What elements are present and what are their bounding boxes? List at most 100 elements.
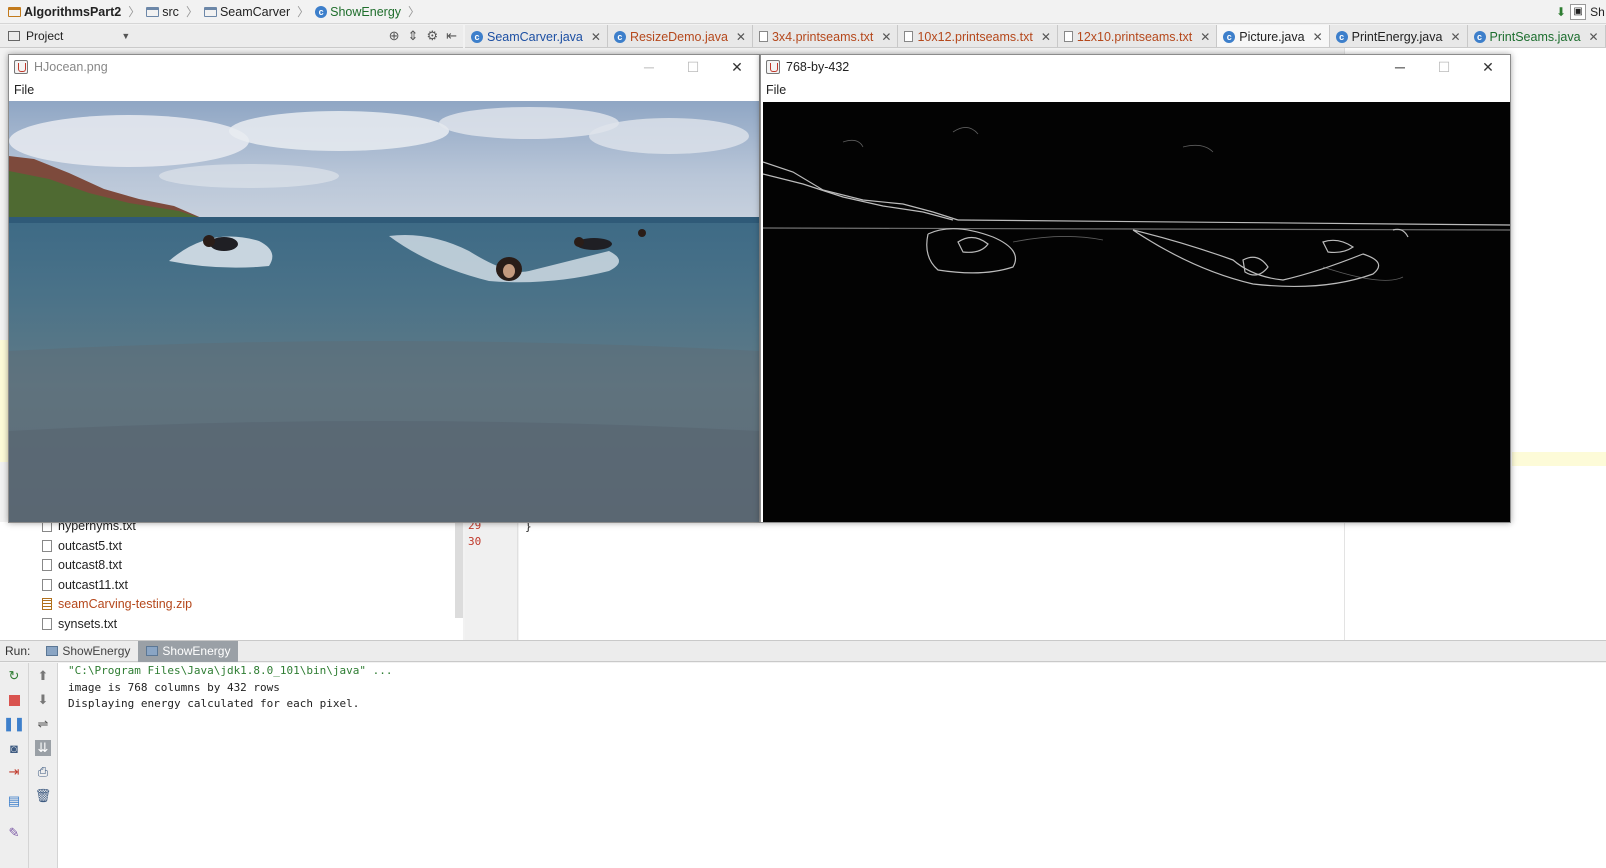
pause-icon[interactable]: ❚❚ [3,716,25,732]
editor-tab[interactable]: c ResizeDemo.java ✕ [608,25,753,47]
text-file-icon [42,539,52,552]
window-titlebar[interactable]: 768-by-432 ─ ☐ ✕ [761,55,1510,79]
line-number: 30 [468,535,482,548]
editor-tab-label: SeamCarver.java [487,29,583,44]
breadcrumb-package[interactable]: SeamCarver 〉 [203,3,309,20]
text-file-icon [42,617,52,630]
close-icon[interactable]: ✕ [736,30,746,44]
class-icon: c [1473,30,1486,43]
camera-icon[interactable]: ◙ [6,740,22,756]
current-line-highlight-left [0,340,8,462]
layout-icon[interactable]: ▤ [6,793,22,809]
maximize-icon[interactable]: ☐ [1422,55,1466,79]
run-label: Run: [5,644,31,658]
tree-item[interactable]: synsets.txt [42,617,117,631]
hide-panel-icon[interactable]: ⇤ [446,28,457,44]
window-title: HJocean.png [34,60,108,74]
soft-wrap-icon[interactable]: ⇌ [35,716,51,732]
editor-tab-label: 12x10.printseams.txt [1076,29,1193,44]
editor-tab[interactable]: c PrintEnergy.java ✕ [1330,25,1468,47]
class-icon: c [613,30,626,43]
editor-tab-bar: c SeamCarver.java ✕ c ResizeDemo.java ✕ 3x4.pr… [465,25,1606,48]
editor-tab[interactable]: c Picture.java ✕ [1217,25,1330,47]
text-file-icon [758,31,768,42]
run-config-icon [46,646,59,656]
class-icon: c [1335,30,1348,43]
trash-icon[interactable]: 🗑 [35,788,52,804]
ocean-photo-graphic [9,101,759,522]
run-config-icon [146,646,159,656]
chevron-right-icon: 〉 [408,5,421,19]
editor-tab[interactable]: c SeamCarver.java ✕ [465,25,608,47]
stop-icon[interactable] [6,692,22,708]
run-tab-showenergy-2[interactable]: ShowEnergy [138,640,239,662]
print-icon[interactable]: ⎙ [35,764,51,780]
run-toolbar-primary: ↻ ❚❚ ◙ ⇥ ▤ ✎ [0,663,29,868]
close-icon[interactable]: ✕ [1200,30,1210,44]
editor-tab[interactable]: 10x12.printseams.txt ✕ [898,25,1058,47]
minimize-icon[interactable]: ─ [627,55,671,79]
close-icon[interactable]: ✕ [881,30,891,44]
editor-tab-label: PrintSeams.java [1489,29,1581,44]
maximize-icon[interactable]: ☐ [671,55,715,79]
tree-item[interactable]: outcast11.txt [42,578,128,592]
editor-tab-label: Picture.java [1239,29,1305,44]
class-icon: c [315,5,328,18]
collapse-icon[interactable]: ⇕ [408,28,419,44]
editor-tab[interactable]: 12x10.printseams.txt ✕ [1058,25,1218,47]
project-panel-title[interactable]: Project [26,29,63,43]
breadcrumb-class[interactable]: c ShowEnergy 〉 [315,3,420,20]
exit-icon[interactable]: ⇥ [6,764,22,780]
editor-tab[interactable]: c PrintSeams.java ✕ [1468,25,1606,47]
navigation-bar: AlgorithmsPart2 〉 src 〉 SeamCarver 〉 c S… [0,0,1606,24]
run-toolbar-secondary: ⬆ ⬇ ⇌ ⇊ ⎙ 🗑 [29,663,58,868]
tree-item-label: synsets.txt [58,616,118,631]
file-menu[interactable]: File [766,83,786,97]
editor-tab-label: 10x12.printseams.txt [917,29,1033,44]
breadcrumb-src[interactable]: src 〉 [146,3,198,20]
energy-map-graphic [763,127,1510,288]
project-panel-tools: ⊕ ⇕ ⚙ ⇤ [389,28,457,44]
close-icon[interactable]: ✕ [1313,30,1323,44]
close-icon[interactable]: ✕ [1041,30,1051,44]
code-editor[interactable]: } [519,520,1344,640]
project-tree-scrollbar[interactable] [455,522,463,618]
tree-item-label: seamCarving-testing.zip [58,597,193,611]
breadcrumb-project[interactable]: AlgorithmsPart2 〉 [8,3,140,20]
close-icon[interactable]: ✕ [591,30,601,44]
window-titlebar[interactable]: HJocean.png ─ ☐ ✕ [9,55,759,79]
run-tab-showenergy-1[interactable]: ShowEnergy [38,641,138,662]
rerun-icon[interactable]: ↻ [6,668,22,684]
editor-tab[interactable]: 3x4.printseams.txt ✕ [753,25,899,47]
run-panel-header: Run: ShowEnergy ShowEnergy [0,640,1606,662]
tree-item[interactable]: outcast5.txt [42,539,122,553]
minimize-icon[interactable]: ─ [1378,55,1422,79]
ocean-photo [9,101,759,522]
close-icon[interactable]: ✕ [1466,55,1510,79]
close-icon[interactable]: ✕ [715,55,759,79]
current-line-highlight [1512,452,1606,466]
locate-icon[interactable]: ⊕ [389,28,400,44]
sort-icon[interactable]: ⬇ [1556,5,1566,19]
file-menu[interactable]: File [14,83,34,97]
run-config-label[interactable]: Sh [1590,5,1605,19]
run-config-icon[interactable]: ▣ [1570,4,1587,20]
editor-tab-label: 3x4.printseams.txt [771,29,874,44]
tree-item[interactable]: seamCarving-testing.zip [42,597,192,611]
close-icon[interactable]: ✕ [1589,30,1599,44]
tree-item[interactable]: outcast8.txt [42,558,122,572]
gear-icon[interactable]: ⚙ [426,28,438,44]
close-icon[interactable]: ✕ [1450,30,1460,44]
console-output[interactable]: "C:\Program Files\Java\jdk1.8.0_101\bin\… [58,663,1606,868]
arrow-up-icon[interactable]: ⬆ [35,668,51,684]
tree-item-label: outcast8.txt [58,558,122,572]
scroll-to-end-icon[interactable]: ⇊ [35,740,51,756]
project-panel-header: Project ▼ ⊕ ⇕ ⚙ ⇤ [0,25,463,48]
dropdown-arrow-icon[interactable]: ▼ [121,31,130,41]
window-controls: ─ ☐ ✕ [627,55,759,79]
pin-icon[interactable]: ✎ [6,825,22,841]
arrow-down-icon[interactable]: ⬇ [35,692,51,708]
energy-window[interactable]: 768-by-432 ─ ☐ ✕ File [760,54,1511,523]
console-line: image is 768 columns by 432 rows [68,680,280,694]
image-window-original[interactable]: HJocean.png ─ ☐ ✕ File [8,54,760,523]
